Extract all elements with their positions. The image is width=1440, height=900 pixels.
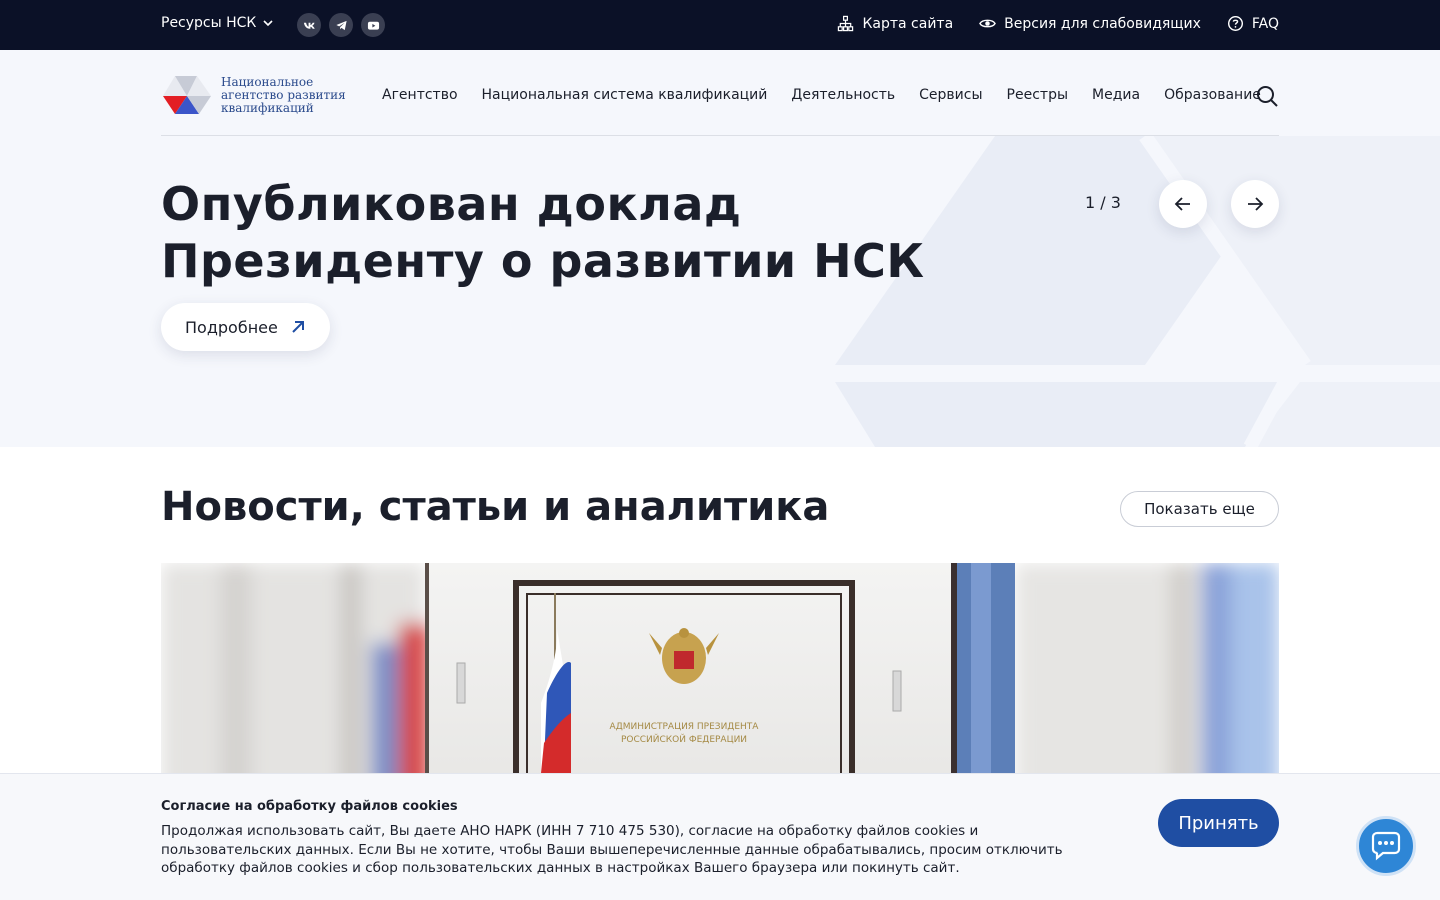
next-slide-button[interactable]: [1231, 180, 1279, 228]
main-nav: Агентство Национальная система квалифика…: [382, 87, 1261, 103]
hero-slider: Опубликован доклад Президенту о развитии…: [0, 136, 1440, 447]
news-section-title: Новости, статьи и аналитика: [161, 484, 830, 530]
accept-cookies-button[interactable]: Принять: [1158, 799, 1279, 847]
eye-icon: [979, 19, 997, 28]
chat-bubble-icon: [1371, 831, 1401, 861]
faq-label: FAQ: [1251, 15, 1279, 32]
sitemap-label: Карта сайта: [862, 15, 954, 32]
question-circle-icon: [1227, 15, 1243, 32]
faq-link[interactable]: FAQ: [1227, 15, 1279, 32]
social-links: [297, 13, 385, 37]
accessibility-link[interactable]: Версия для слабовидящих: [979, 15, 1201, 32]
prev-slide-button[interactable]: [1159, 180, 1207, 228]
nav-item-registries[interactable]: Реестры: [1007, 87, 1068, 103]
arrow-left-icon: [1174, 197, 1190, 211]
slide-counter: 1 / 3: [1085, 193, 1121, 212]
nav-item-activity[interactable]: Деятельность: [791, 87, 895, 103]
cookie-title: Согласие на обработку файлов cookies: [161, 799, 458, 814]
news-card-image[interactable]: АДМИНИСТРАЦИЯ ПРЕЗИДЕНТА РОССИЙСКОЙ ФЕДЕ…: [161, 563, 1279, 803]
nav-item-education[interactable]: Образование: [1164, 87, 1261, 103]
resources-label: Ресурсы НСК: [161, 15, 257, 31]
more-label: Подробнее: [185, 317, 278, 337]
main-header: Национальное агентство развития квалифик…: [0, 50, 1440, 136]
arrow-right-icon: [1248, 197, 1264, 211]
show-more-button[interactable]: Показать еще: [1120, 491, 1279, 527]
telegram-icon[interactable]: [329, 13, 353, 37]
logo-text: Национальное агентство развития квалифик…: [221, 74, 346, 115]
sitemap-link[interactable]: Карта сайта: [837, 15, 953, 32]
logo-icon: [163, 76, 211, 114]
nav-item-agency[interactable]: Агентство: [382, 87, 458, 103]
sitemap-icon: [838, 15, 854, 32]
hero-title: Опубликован доклад Президенту о развитии…: [161, 177, 925, 288]
cookie-banner: Согласие на обработку файлов cookies Про…: [0, 773, 1440, 900]
site-logo[interactable]: Национальное агентство развития квалифик…: [161, 74, 351, 116]
vk-icon[interactable]: [297, 13, 321, 37]
nav-item-services[interactable]: Сервисы: [919, 87, 982, 103]
sign-line-2: РОССИЙСКОЙ ФЕДЕРАЦИИ: [621, 733, 747, 745]
youtube-icon[interactable]: [361, 13, 385, 37]
more-button[interactable]: Подробнее: [161, 303, 330, 351]
nav-item-nsk[interactable]: Национальная система квалификаций: [482, 87, 768, 103]
accessibility-label: Версия для слабовидящих: [1004, 15, 1201, 32]
top-links: Карта сайта Версия для слабовидящих FAQ: [837, 15, 1279, 32]
sign-line-1: АДМИНИСТРАЦИЯ ПРЕЗИДЕНТА: [610, 722, 760, 732]
arrow-up-right-icon: [292, 321, 304, 333]
nav-item-media[interactable]: Медиа: [1092, 87, 1140, 103]
cookie-text: Продолжая использовать сайт, Вы даете АН…: [161, 823, 1063, 876]
resources-dropdown[interactable]: Ресурсы НСК: [161, 15, 274, 31]
chat-widget-button[interactable]: [1356, 816, 1416, 876]
search-icon[interactable]: [1255, 84, 1279, 108]
top-bar: Ресурсы НСК Карта сайта Версия для слабо…: [0, 0, 1440, 50]
chevron-down-icon: [263, 20, 273, 27]
news-photo: АДМИНИСТРАЦИЯ ПРЕЗИДЕНТА РОССИЙСКОЙ ФЕДЕ…: [161, 563, 1279, 803]
